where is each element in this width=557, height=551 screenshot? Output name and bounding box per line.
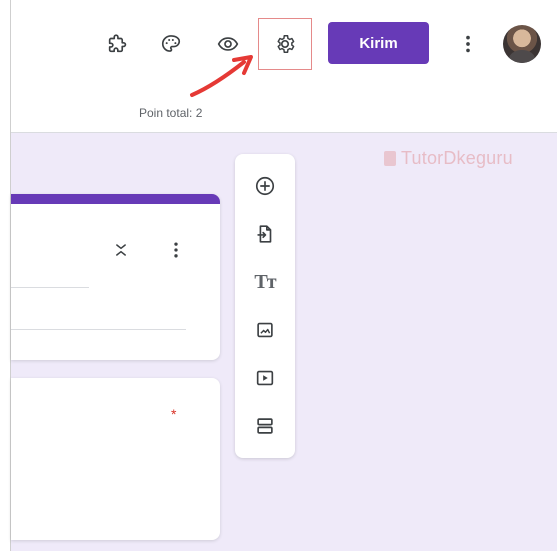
theme-button[interactable] <box>155 28 187 60</box>
add-image-button[interactable] <box>249 314 281 346</box>
collapse-button[interactable] <box>109 238 133 262</box>
import-questions-button[interactable] <box>249 218 281 250</box>
total-points-label: Poin total: 2 <box>139 106 203 120</box>
settings-button[interactable] <box>269 28 301 60</box>
form-header-card[interactable] <box>11 194 220 360</box>
red-arrow-annotation <box>190 55 253 97</box>
account-avatar[interactable] <box>503 25 541 63</box>
required-marker: * <box>171 406 177 422</box>
text-format-icon: Tт <box>254 270 276 293</box>
more-vertical-icon <box>466 35 470 53</box>
send-button[interactable]: Kirim <box>328 22 429 64</box>
add-section-button[interactable] <box>249 410 281 442</box>
gear-icon <box>277 35 295 53</box>
collapse-icon <box>116 244 126 256</box>
image-icon <box>257 322 273 338</box>
video-icon <box>256 370 274 386</box>
add-video-button[interactable] <box>249 362 281 394</box>
addons-button[interactable] <box>101 28 133 60</box>
question-card[interactable]: * <box>11 378 220 540</box>
watermark-text: TutorDkeguru <box>401 148 513 168</box>
question-tools-panel: Tт <box>235 154 295 458</box>
add-title-button[interactable]: Tт <box>249 266 281 298</box>
title-underline <box>11 287 89 288</box>
section-icon <box>257 418 273 434</box>
card-accent-bar <box>11 194 220 204</box>
puzzle-icon <box>108 34 127 53</box>
forms-editor: Kirim Poin total: 2 TutorDkeguru * Tт <box>0 0 557 551</box>
more-options-button[interactable] <box>456 27 480 61</box>
add-circle-icon <box>255 176 275 196</box>
description-underline <box>11 329 186 330</box>
watermark: TutorDkeguru <box>384 148 513 169</box>
palette-icon <box>161 35 181 52</box>
add-question-button[interactable] <box>249 170 281 202</box>
card-more-button[interactable] <box>164 238 188 262</box>
import-icon <box>257 225 272 243</box>
watermark-icon <box>384 151 396 166</box>
more-vertical-icon <box>174 242 178 258</box>
